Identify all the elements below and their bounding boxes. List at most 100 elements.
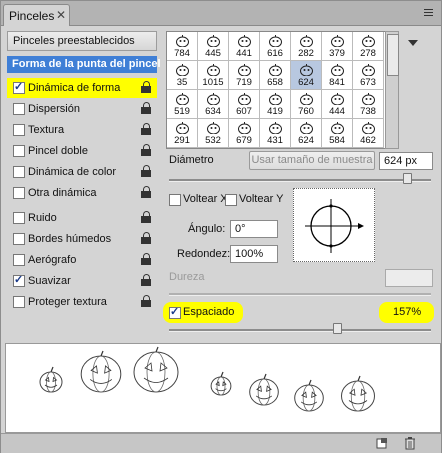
brush-tip-cell[interactable]: 444 <box>322 90 353 119</box>
flip-y-checkbox[interactable] <box>225 194 237 206</box>
option-checkbox[interactable] <box>13 124 25 136</box>
lock-icon[interactable] <box>141 274 152 287</box>
option-row[interactable]: Proteger textura <box>7 292 157 312</box>
brush-size: 445 <box>205 48 221 59</box>
new-brush-icon[interactable] <box>376 437 388 449</box>
option-row[interactable]: Dinámica de forma <box>7 78 157 98</box>
option-checkbox[interactable] <box>13 212 25 224</box>
brush-tip-cell[interactable]: 616 <box>260 32 291 61</box>
option-checkbox[interactable] <box>13 187 25 199</box>
brush-size: 584 <box>329 135 345 146</box>
lock-icon[interactable] <box>141 232 152 245</box>
brush-tip-shape-item[interactable]: Forma de la punta del pincel <box>7 56 161 73</box>
brush-tip-icon <box>207 122 220 134</box>
tab-title: Pinceles <box>9 9 55 23</box>
brush-tip-cell[interactable]: 719 <box>229 61 260 90</box>
brush-size: 719 <box>236 77 252 88</box>
option-row[interactable]: Suavizar <box>7 271 157 291</box>
option-label: Otra dinámica <box>28 187 97 199</box>
brush-tip-cell[interactable]: 278 <box>353 32 384 61</box>
option-checkbox[interactable] <box>13 233 25 245</box>
brush-tip-cell[interactable]: 291 <box>167 119 198 148</box>
brush-tip-cell[interactable]: 760 <box>291 90 322 119</box>
brush-tip-cell[interactable]: 1015 <box>198 61 229 90</box>
tab-brushes[interactable]: Pinceles ✕ <box>3 4 70 26</box>
brush-tip-cell[interactable]: 519 <box>167 90 198 119</box>
option-row[interactable]: Ruido <box>7 208 157 228</box>
brush-tip-cell[interactable]: 419 <box>260 90 291 119</box>
lock-icon[interactable] <box>141 123 152 136</box>
option-row[interactable]: Pincel doble <box>7 141 157 161</box>
pumpkin-icon <box>210 371 232 396</box>
option-checkbox[interactable] <box>13 80 25 94</box>
brush-size: 441 <box>236 48 252 59</box>
grid-menu-icon[interactable] <box>406 35 422 51</box>
flip-x-checkbox[interactable] <box>169 194 181 206</box>
option-checkbox[interactable] <box>13 145 25 157</box>
brush-tip-cell[interactable]: 624 <box>291 61 322 90</box>
brush-tip-cell[interactable]: 679 <box>229 119 260 148</box>
spacing-slider-thumb[interactable] <box>333 323 342 334</box>
brush-tip-cell[interactable]: 431 <box>260 119 291 148</box>
option-row[interactable]: Dinámica de color <box>7 162 157 182</box>
spacing-checkbox[interactable] <box>169 305 181 319</box>
trash-icon[interactable] <box>404 436 416 450</box>
brush-tip-cell[interactable]: 673 <box>353 61 384 90</box>
brush-tip-cell[interactable]: 35 <box>167 61 198 90</box>
option-checkbox[interactable] <box>13 273 25 287</box>
diameter-field[interactable]: 624 px <box>379 152 433 170</box>
option-row[interactable]: Otra dinámica <box>7 183 157 203</box>
spacing-value[interactable]: 157% <box>393 306 421 318</box>
brush-tip-cell[interactable]: 445 <box>198 32 229 61</box>
lock-icon[interactable] <box>141 253 152 266</box>
brush-tip-grid[interactable]: 784 445 441 616 282 379 278 35 1015 719 658 624 841 6… <box>166 31 386 149</box>
option-checkbox[interactable] <box>13 166 25 178</box>
option-row[interactable]: Aerógrafo <box>7 250 157 270</box>
lock-icon[interactable] <box>141 102 152 115</box>
brush-options-list: Pinceles preestablecidos Forma de la pun… <box>7 31 161 308</box>
close-icon[interactable]: ✕ <box>56 8 66 22</box>
angle-roundness-preview[interactable] <box>293 188 375 262</box>
use-sample-size-button[interactable]: Usar tamaño de muestra <box>249 151 375 170</box>
brush-tip-cell[interactable]: 532 <box>198 119 229 148</box>
option-row[interactable]: Bordes húmedos <box>7 229 157 249</box>
brush-tip-icon <box>238 122 251 134</box>
lock-icon[interactable] <box>141 211 152 224</box>
option-checkbox[interactable] <box>13 296 25 308</box>
brush-tip-icon <box>362 93 375 105</box>
grid-scroll-thumb[interactable] <box>387 34 399 76</box>
lock-icon[interactable] <box>141 165 152 178</box>
brush-tip-icon <box>207 35 220 47</box>
brush-tip-cell[interactable]: 379 <box>322 32 353 61</box>
brush-size: 679 <box>236 135 252 146</box>
roundness-field[interactable]: 100% <box>230 245 278 263</box>
brush-tip-cell[interactable]: 841 <box>322 61 353 90</box>
option-checkbox[interactable] <box>13 254 25 266</box>
lock-icon[interactable] <box>141 81 152 94</box>
brush-tip-cell[interactable]: 624 <box>291 119 322 148</box>
brush-tip-cell[interactable]: 607 <box>229 90 260 119</box>
brush-tip-cell[interactable]: 784 <box>167 32 198 61</box>
brush-tip-icon <box>176 64 189 76</box>
brush-tip-cell[interactable]: 658 <box>260 61 291 90</box>
lock-icon[interactable] <box>141 144 152 157</box>
diameter-slider-thumb[interactable] <box>403 173 412 184</box>
angle-field[interactable]: 0° <box>230 220 278 238</box>
lock-icon[interactable] <box>141 295 152 308</box>
panel-menu-icon[interactable] <box>422 7 436 19</box>
brush-tip-cell[interactable]: 634 <box>198 90 229 119</box>
lock-icon[interactable] <box>141 186 152 199</box>
brush-tip-cell[interactable]: 584 <box>322 119 353 148</box>
brush-tip-cell[interactable]: 738 <box>353 90 384 119</box>
brush-tip-cell[interactable]: 441 <box>229 32 260 61</box>
brush-presets-button[interactable]: Pinceles preestablecidos <box>7 31 157 51</box>
brushes-panel: Pinceles ✕ Pinceles preestablecidos Form… <box>0 0 442 453</box>
option-row[interactable]: Dispersión <box>7 99 157 119</box>
spacing-slider[interactable] <box>169 329 431 332</box>
diameter-slider[interactable] <box>169 179 431 182</box>
grid-scrollbar[interactable] <box>385 31 399 149</box>
option-checkbox[interactable] <box>13 103 25 115</box>
option-row[interactable]: Textura <box>7 120 157 140</box>
brush-tip-cell[interactable]: 462 <box>353 119 384 148</box>
brush-tip-cell[interactable]: 282 <box>291 32 322 61</box>
